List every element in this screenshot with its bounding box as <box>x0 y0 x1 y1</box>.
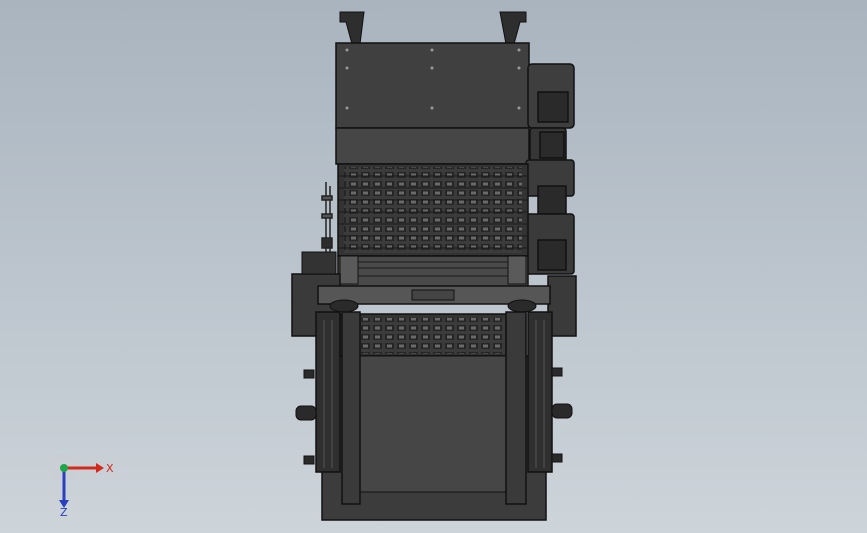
cad-viewport[interactable]: X Z <box>0 0 867 533</box>
x-axis-arrowhead-icon <box>96 463 104 473</box>
carriage-center-block <box>411 289 455 301</box>
middle-left-post <box>339 255 359 285</box>
coordinate-triad: X Z <box>50 454 114 519</box>
top-hood-panel <box>335 42 530 129</box>
machine-model[interactable] <box>0 0 867 533</box>
right-wheel <box>507 299 537 313</box>
middle-right-post <box>507 255 527 285</box>
lower-roller-array <box>346 318 520 354</box>
z-axis-label: Z <box>60 506 68 519</box>
left-small-box <box>301 251 337 275</box>
left-wheel <box>329 299 359 313</box>
middle-frame <box>337 255 529 289</box>
y-axis-dot-icon <box>60 464 68 472</box>
x-axis-label: X <box>106 462 114 475</box>
upper-roller-array <box>344 167 522 253</box>
lower-inner-panel <box>359 355 507 493</box>
hood-band <box>335 127 530 165</box>
